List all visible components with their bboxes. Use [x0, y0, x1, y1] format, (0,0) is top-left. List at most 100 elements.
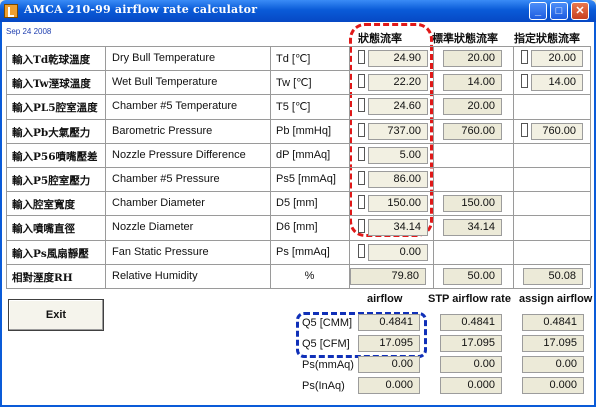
minimize-icon[interactable]: _	[529, 2, 547, 20]
results-header-assign: assign airflow	[519, 293, 593, 305]
row-label-zh: 相對溼度RH	[12, 272, 73, 284]
maximize-icon[interactable]: □	[550, 2, 568, 20]
exit-button[interactable]: Exit	[8, 299, 104, 331]
row-unit: Td [℃]	[276, 53, 311, 65]
col-header-assign-state: 指定狀態流率	[514, 32, 580, 45]
state-value-input[interactable]: 86.00	[368, 171, 428, 188]
grid-hline	[6, 167, 590, 168]
std-state-field: 14.00	[443, 74, 502, 91]
spinner-icon[interactable]	[357, 219, 365, 236]
row-label-zh: 輸入Td乾球溫度	[12, 54, 91, 66]
grid-hline	[6, 46, 590, 47]
assign-state-input[interactable]: 20.00	[531, 50, 583, 67]
result-airflow: 0.00	[358, 356, 420, 373]
result-stp: 0.4841	[440, 314, 502, 331]
state-value-input[interactable]: 22.20	[368, 74, 428, 91]
row-label-en: Nozzle Diameter	[112, 221, 194, 233]
row-label-zh: 輸入噴嘴直徑	[12, 223, 75, 235]
result-airflow: 0.000	[358, 377, 420, 394]
assign-state-field: 50.08	[523, 268, 583, 285]
result-label: Q5 [CFM]	[302, 338, 350, 350]
row-label-zh: 輸入P56噴嘴壓差	[12, 151, 98, 163]
row-label-zh: 輸入P5腔室壓力	[12, 175, 91, 187]
state-value-input[interactable]: 5.00	[368, 147, 428, 164]
grid-vline	[6, 46, 7, 288]
row-label-en: Fan Static Pressure	[112, 246, 209, 258]
std-state-field: 150.00	[443, 195, 502, 212]
state-value-input[interactable]: 737.00	[368, 123, 428, 140]
row-label-en: Chamber #5 Pressure	[112, 173, 220, 185]
grid-vline	[513, 46, 514, 288]
spinner-icon[interactable]	[520, 123, 528, 140]
std-state-field: 760.00	[443, 123, 502, 140]
row-unit: Tw [℃]	[276, 77, 312, 89]
result-stp: 0.000	[440, 377, 502, 394]
spinner-icon[interactable]	[357, 98, 365, 115]
row-label-en: Barometric Pressure	[112, 125, 213, 137]
grid-vline	[270, 46, 271, 288]
results-header-airflow: airflow	[367, 293, 403, 305]
state-value-input[interactable]: 24.60	[368, 98, 428, 115]
grid-hline	[6, 288, 590, 289]
row-unit: Ps [mmAq]	[276, 246, 330, 258]
results-header-stp: STP airflow rate	[428, 293, 511, 305]
row-label-en: Nozzle Pressure Difference	[112, 149, 246, 161]
std-state-field: 20.00	[443, 50, 502, 67]
row-label-en: Wet Bull Temperature	[112, 76, 218, 88]
result-label: Q5 [CMM]	[302, 317, 353, 329]
grid-hline	[6, 143, 590, 144]
row-unit: dP [mmAq]	[276, 149, 331, 161]
result-assign: 0.00	[522, 356, 584, 373]
spinner-icon[interactable]	[357, 50, 365, 67]
result-stp: 0.00	[440, 356, 502, 373]
result-assign: 17.095	[522, 335, 584, 352]
row-unit: Pb [mmHq]	[276, 125, 332, 137]
assign-state-input[interactable]: 14.00	[531, 74, 583, 91]
row-label-zh: 輸入PL5腔室溫度	[12, 102, 98, 114]
grid-hline	[6, 94, 590, 95]
date-label: Sep 24 2008	[6, 27, 52, 36]
state-value-input[interactable]: 150.00	[368, 195, 428, 212]
grid-hline	[6, 119, 590, 120]
result-label: Ps(InAq)	[302, 380, 345, 392]
grid-vline	[105, 46, 106, 288]
spinner-icon[interactable]	[520, 50, 528, 67]
assign-state-input[interactable]: 760.00	[531, 123, 583, 140]
spinner-icon[interactable]	[357, 123, 365, 140]
state-value-input[interactable]: 34.14	[368, 219, 428, 236]
spinner-icon[interactable]	[357, 244, 365, 261]
app-icon	[4, 4, 18, 18]
row-label-zh: 輸入Tw溼球溫度	[12, 78, 91, 90]
result-stp: 17.095	[440, 335, 502, 352]
row-unit: %	[304, 270, 315, 282]
rh-state-field: 79.80	[350, 268, 426, 285]
close-icon[interactable]: ✕	[571, 2, 589, 20]
row-label-en: Chamber Diameter	[112, 197, 205, 209]
spinner-icon[interactable]	[357, 74, 365, 91]
grid-vline	[433, 46, 434, 288]
result-label: Ps(mmAq)	[302, 359, 354, 371]
row-label-zh: 輸入Pb大氣壓力	[12, 127, 91, 139]
state-value-input[interactable]: 0.00	[368, 244, 428, 261]
spinner-icon[interactable]	[357, 171, 365, 188]
result-assign: 0.4841	[522, 314, 584, 331]
col-header-std-state: 標準狀態流率	[432, 32, 498, 45]
grid-hline	[6, 264, 590, 265]
state-value-input[interactable]: 24.90	[368, 50, 428, 67]
row-unit: T5 [℃]	[276, 101, 311, 113]
row-label-zh: 輸入腔室寬度	[12, 199, 75, 211]
spinner-icon[interactable]	[520, 74, 528, 91]
row-unit: D6 [mm]	[276, 221, 318, 233]
grid-hline	[6, 240, 590, 241]
grid-vline	[590, 46, 591, 288]
row-label-zh: 輸入Ps風扇靜壓	[12, 248, 89, 260]
row-unit: D5 [mm]	[276, 197, 318, 209]
grid-hline	[6, 70, 590, 71]
row-label-en: Dry Bull Temperature	[112, 52, 216, 64]
result-airflow: 0.4841	[358, 314, 420, 331]
grid-hline	[6, 191, 590, 192]
spinner-icon[interactable]	[357, 195, 365, 212]
std-state-field: 50.00	[443, 268, 502, 285]
std-state-field: 34.14	[443, 219, 502, 236]
spinner-icon[interactable]	[357, 147, 365, 164]
